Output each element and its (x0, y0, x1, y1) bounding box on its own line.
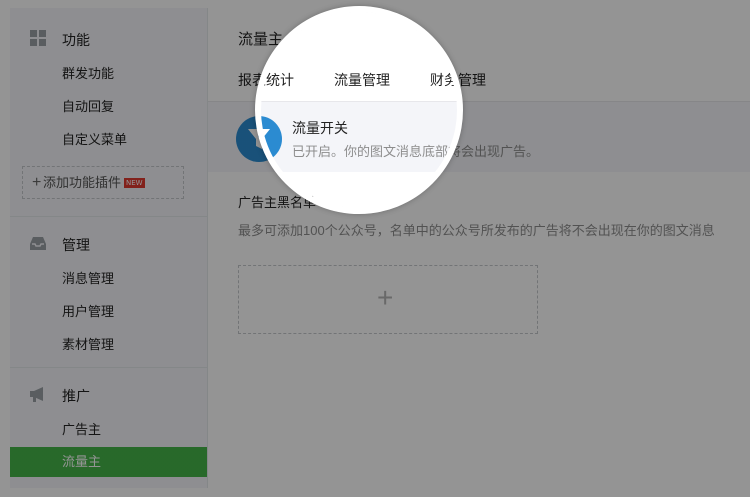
plus-icon: + (32, 174, 42, 191)
sidebar: 功能 群发功能 自动回复 自定义菜单 + 添加功能插件 NEW 管理 消息管理 用… (10, 8, 208, 488)
add-blacklist-button[interactable]: + (238, 265, 538, 334)
traffic-switch-desc: 已开启。你的图文消息底部将会出现广告。 (292, 144, 540, 159)
main-content: 流量主 报表统计 流量管理 财务管理 流量开关 已开启。你的图文消息底部将会出现… (208, 8, 750, 488)
nav-header-label: 功能 (62, 32, 90, 48)
tab-traffic-management[interactable]: 流量管理 (314, 70, 410, 104)
nav-header-label: 推广 (62, 388, 90, 404)
sidebar-item-mass-send[interactable]: 群发功能 (10, 59, 207, 89)
megaphone-icon (29, 385, 47, 403)
sidebar-item-auto-reply[interactable]: 自动回复 (10, 92, 207, 122)
sidebar-item-advertiser[interactable]: 广告主 (10, 415, 207, 445)
sidebar-divider (10, 216, 207, 217)
plus-icon: + (377, 282, 394, 313)
blacklist-title: 广告主黑名单 (238, 195, 317, 210)
sidebar-item-users[interactable]: 用户管理 (10, 297, 207, 327)
tab-finance[interactable]: 财务管理 (430, 70, 486, 104)
sidebar-divider (10, 367, 207, 368)
nav-header-manage: 管理 (10, 233, 208, 253)
new-badge: NEW (124, 178, 145, 188)
sidebar-item-custom-menu[interactable]: 自定义菜单 (10, 125, 207, 155)
inbox-icon (29, 234, 47, 252)
tab-reports[interactable]: 报表统计 (238, 70, 294, 104)
funnel-icon (236, 116, 282, 162)
grid-icon (29, 29, 47, 47)
page-title: 流量主 (238, 31, 284, 48)
traffic-switch-title: 流量开关 (292, 120, 348, 136)
tab-bar: 报表统计 流量管理 财务管理 (238, 70, 750, 104)
traffic-switch-panel: 流量开关 已开启。你的图文消息底部将会出现广告。 (208, 102, 750, 172)
sidebar-item-messages[interactable]: 消息管理 (10, 264, 207, 294)
nav-header-promote: 推广 (10, 384, 208, 404)
sidebar-item-materials[interactable]: 素材管理 (10, 330, 207, 360)
nav-header-label: 管理 (62, 237, 90, 253)
blacklist-desc: 最多可添加100个公众号，名单中的公众号所发布的广告将不会出现在你的图文消息 (238, 223, 715, 238)
add-plugin-button[interactable]: + 添加功能插件 NEW (22, 166, 184, 199)
nav-header-features: 功能 (10, 28, 208, 48)
sidebar-item-traffic-owner[interactable]: 流量主 (10, 447, 207, 477)
add-plugin-label: 添加功能插件 (43, 175, 122, 190)
